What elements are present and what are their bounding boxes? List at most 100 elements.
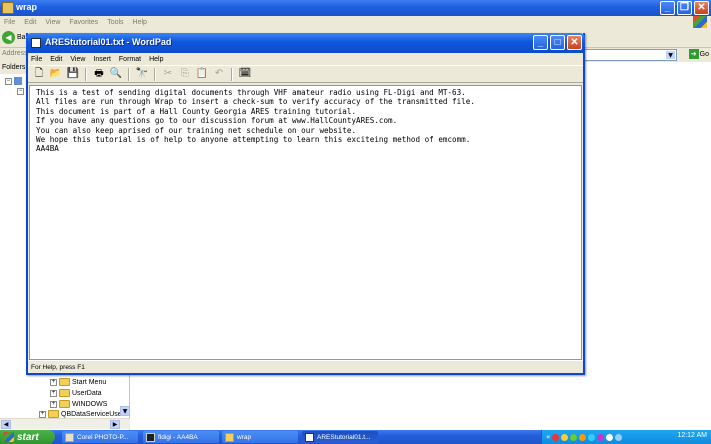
clock[interactable]: 12:12 AM (677, 432, 707, 439)
windows-logo-icon (3, 432, 14, 442)
tray-app-icon[interactable] (597, 433, 605, 441)
explorer-menubar: File Edit View Favorites Tools Help (0, 16, 711, 28)
tree-item-sub[interactable]: − (17, 88, 24, 95)
copy-icon[interactable]: ⎘ (178, 68, 192, 81)
tray-app-icon[interactable] (588, 433, 596, 441)
taskbar: start Corel PHOTO-P... fldigi - AA4BA wr… (0, 430, 711, 444)
wordpad-app-icon[interactable] (31, 38, 41, 48)
toolbar-separator (128, 67, 130, 81)
expand-icon[interactable]: + (39, 410, 46, 418)
document-line[interactable]: This document is part of a Hall County G… (36, 107, 575, 116)
horizontal-scrollbar[interactable]: ◀ ▶ (0, 418, 130, 429)
wordpad-maximize-button[interactable]: □ (550, 35, 565, 50)
wordpad-menu-help[interactable]: Help (149, 56, 163, 63)
tray-app-icon[interactable] (552, 433, 560, 441)
tree-item-windows[interactable]: + WINDOWS (50, 400, 107, 408)
explorer-menu-file[interactable]: File (4, 19, 15, 26)
scroll-down-icon[interactable]: ▼ (120, 406, 130, 416)
wordpad-menu-file[interactable]: File (31, 56, 42, 63)
back-button-label: Ba (17, 34, 26, 41)
folder-icon (59, 389, 70, 397)
tree-item-root[interactable]: − (5, 77, 22, 85)
explorer-title: wrap (16, 2, 38, 12)
network-icon[interactable] (606, 433, 614, 441)
document-line[interactable]: All files are run through Wrap to insert… (36, 97, 575, 106)
date-time-icon[interactable]: 🗓 (238, 68, 252, 81)
wordpad-minimize-button[interactable]: _ (533, 35, 548, 50)
task-label: AREStutorial01.t... (317, 433, 371, 441)
explorer-maximize-button[interactable]: ❐ (677, 1, 692, 15)
explorer-menu-view[interactable]: View (45, 19, 60, 26)
tree-item-qbdataserviceuser[interactable]: + QBDataServiceUser (39, 410, 124, 418)
tray-expand-icon[interactable]: « (546, 433, 550, 441)
taskbar-button-wrap[interactable]: wrap (222, 431, 298, 443)
toolbar-separator (154, 67, 156, 81)
address-label: Address (2, 50, 28, 57)
document-line[interactable]: This is a test of sending digital docume… (36, 88, 575, 97)
undo-icon[interactable]: ↶ (212, 68, 226, 81)
back-button[interactable]: ◀ Ba (2, 31, 26, 44)
taskbar-button-wordpad[interactable]: AREStutorial01.t... (302, 431, 378, 443)
document-line[interactable]: AA4BA (36, 144, 575, 153)
save-icon[interactable]: 💾 (66, 68, 80, 81)
start-button[interactable]: start (0, 430, 55, 444)
go-arrow-icon: ➜ (688, 49, 699, 59)
tray-app-icon[interactable] (561, 433, 569, 441)
folder-icon (48, 410, 59, 418)
document-line[interactable]: If you have any questions go to our disc… (36, 116, 575, 125)
paste-icon[interactable]: 📋 (195, 68, 209, 81)
print-icon[interactable]: 🖶 (92, 68, 106, 81)
document-line[interactable]: You can also keep aprised of our trainin… (36, 126, 575, 135)
wordpad-toolbar: 🗋 📂 💾 🖶 🔍 🔭 ✂ ⎘ 📋 ↶ 🗓 (28, 65, 583, 83)
system-tray: « 12:12 AM (541, 430, 711, 444)
go-button-label: Go (699, 50, 709, 58)
wordpad-title: AREStutorial01.txt - WordPad (45, 37, 172, 47)
wordpad-titlebar[interactable]: AREStutorial01.txt - WordPad _ □ ✕ (26, 33, 585, 53)
wordpad-window: AREStutorial01.txt - WordPad _ □ ✕ File … (26, 33, 585, 375)
explorer-close-button[interactable]: ✕ (694, 1, 709, 15)
tree-item-label: Start Menu (72, 378, 107, 386)
task-label: fldigi - AA4BA (158, 433, 198, 441)
taskbar-button-fldigi[interactable]: fldigi - AA4BA (143, 431, 219, 443)
tree-item-start-menu[interactable]: + Start Menu (50, 378, 106, 386)
tree-item-userdata[interactable]: + UserData (50, 389, 102, 397)
wordpad-close-button[interactable]: ✕ (567, 35, 582, 50)
explorer-menu-tools[interactable]: Tools (107, 19, 123, 26)
collapse-icon[interactable]: − (5, 77, 12, 85)
collapse-icon[interactable]: − (17, 88, 24, 95)
go-button[interactable]: ➜ Go (688, 49, 709, 59)
wordpad-caption-buttons: _ □ ✕ (533, 35, 582, 50)
find-icon[interactable]: 🔭 (135, 68, 149, 81)
start-label: start (17, 431, 39, 443)
scroll-left-icon[interactable]: ◀ (1, 420, 11, 429)
document-line[interactable]: We hope this tutorial is of help to anyo… (36, 135, 575, 144)
cut-icon[interactable]: ✂ (161, 68, 175, 81)
wordpad-menu-insert[interactable]: Insert (93, 56, 111, 63)
wordpad-menu-format[interactable]: Format (119, 56, 141, 63)
explorer-menu-edit[interactable]: Edit (24, 19, 36, 26)
tray-app-icon[interactable] (579, 433, 587, 441)
explorer-titlebar[interactable]: wrap _ ❐ ✕ (0, 0, 711, 16)
explorer-menu-favorites[interactable]: Favorites (69, 19, 98, 26)
taskbar-button-corel[interactable]: Corel PHOTO-P... (62, 431, 138, 443)
explorer-minimize-button[interactable]: _ (660, 1, 675, 15)
explorer-menu-help[interactable]: Help (133, 19, 147, 26)
toolbar-separator (85, 67, 87, 81)
open-folder-icon[interactable]: 📂 (49, 68, 63, 81)
wordpad-menu-edit[interactable]: Edit (50, 56, 62, 63)
back-arrow-icon: ◀ (2, 31, 15, 44)
folder-icon (59, 378, 70, 386)
expand-icon[interactable]: + (50, 400, 57, 408)
scroll-right-icon[interactable]: ▶ (110, 420, 120, 429)
expand-icon[interactable]: + (50, 389, 57, 397)
expand-icon[interactable]: + (50, 378, 57, 386)
corel-app-icon (65, 432, 74, 442)
folder-icon (225, 432, 234, 442)
new-document-icon[interactable]: 🗋 (32, 68, 46, 81)
tray-app-icon[interactable] (570, 433, 578, 441)
volume-icon[interactable] (615, 433, 623, 441)
wordpad-menu-view[interactable]: View (70, 56, 85, 63)
print-preview-icon[interactable]: 🔍 (109, 68, 123, 81)
document-editor[interactable]: This is a test of sending digital docume… (29, 85, 582, 360)
chevron-down-icon[interactable]: ▼ (666, 51, 675, 59)
